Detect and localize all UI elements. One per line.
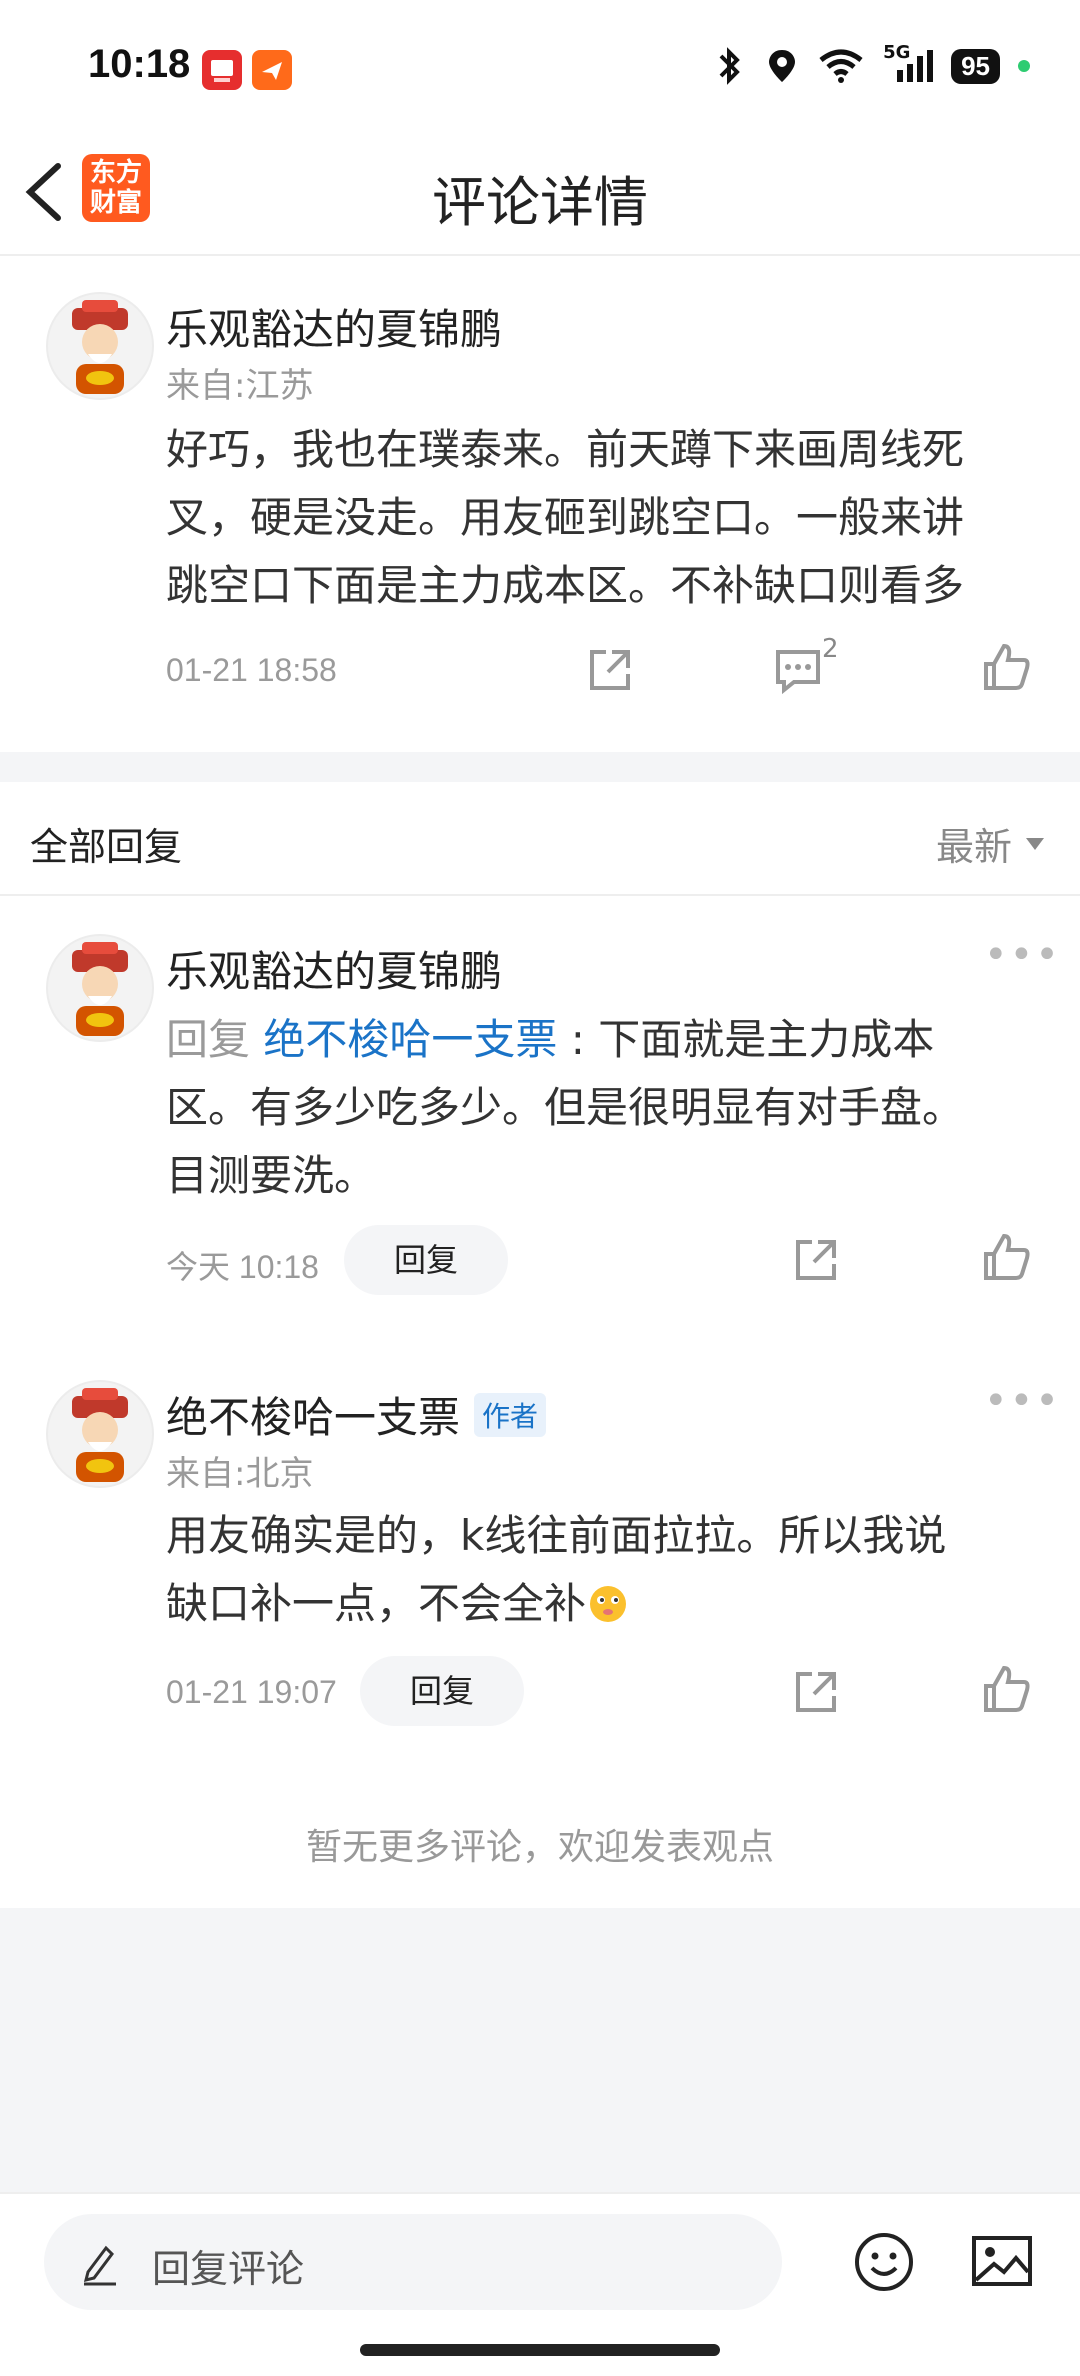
avatar-caishen-icon [72, 300, 128, 394]
sort-dropdown[interactable]: 最新 [936, 816, 1046, 871]
status-time: 10:18 [88, 42, 191, 86]
reply-body: 用友确实是的，k线往前面拉拉。所以我说 缺口补一点，不会全补 [166, 1511, 947, 1628]
reply-target-link[interactable]: 绝不梭哈一支票 [263, 1015, 557, 1064]
emoji-button[interactable] [852, 2230, 916, 2294]
comment-count: 2 [822, 634, 839, 664]
reply-timestamp: 今天 10:18 [166, 1249, 319, 1285]
thumbs-up-icon [984, 643, 1030, 690]
share-icon [590, 650, 630, 690]
top-nav-bar: 东方 财富 评论详情 [0, 130, 1080, 256]
caret-down-icon [1026, 837, 1045, 850]
image-icon [972, 2236, 1032, 2286]
status-icons: 5G 95 [711, 42, 1030, 86]
cellular-signal-icon: 5G [883, 42, 934, 86]
thinking-emoji-icon [590, 1586, 627, 1622]
share-button[interactable] [582, 642, 638, 698]
battery-indicator: 95 [951, 48, 1000, 84]
section-gap [0, 752, 1080, 782]
notification-app-icon [202, 50, 242, 90]
reply-author-row: 绝不梭哈一支票 作者 [166, 1384, 547, 1445]
bluetooth-icon [719, 47, 740, 85]
home-indicator [360, 2344, 720, 2356]
reply-body: 回复 绝不梭哈一支票 : 下面就是主力成本 区。有多少吃多少。但是很明显有对手盘… [166, 1015, 965, 1200]
avatar[interactable] [46, 1380, 154, 1488]
share-button[interactable] [788, 1664, 844, 1720]
image-button[interactable] [970, 2232, 1034, 2292]
share-icon [796, 1672, 836, 1712]
bottom-reply-bar: 回复评论 [0, 2192, 1080, 2376]
reply-author[interactable]: 乐观豁达的夏锦鹏 [166, 938, 502, 999]
thumbs-up-icon [984, 1665, 1030, 1712]
divider [0, 894, 1080, 896]
avatar[interactable] [46, 292, 154, 400]
thumbs-up-icon [984, 1233, 1030, 1280]
more-options-button[interactable]: ••• [984, 932, 1061, 978]
avatar-caishen-icon [72, 942, 128, 1036]
share-button[interactable] [788, 1232, 844, 1288]
reply-input[interactable]: 回复评论 [44, 2214, 782, 2310]
comment-location: 来自:江苏 [166, 366, 314, 406]
notification-app-icon-2 [252, 50, 292, 90]
share-icon [796, 1240, 836, 1280]
emoji-icon [855, 2233, 913, 2291]
reply-author[interactable]: 绝不梭哈一支票 [166, 1384, 460, 1445]
reply-button[interactable]: 回复 [344, 1225, 508, 1295]
reply-input-placeholder: 回复评论 [152, 2247, 305, 2291]
like-button[interactable] [978, 640, 1034, 696]
reply-button[interactable]: 回复 [360, 1656, 524, 1726]
comment-author[interactable]: 乐观豁达的夏锦鹏 [166, 296, 502, 357]
no-more-comments-note: 暂无更多评论，欢迎发表观点 [305, 1827, 774, 1868]
like-button[interactable] [978, 1230, 1034, 1286]
reply-location: 来自:北京 [166, 1454, 314, 1494]
like-button[interactable] [978, 1662, 1034, 1718]
wifi-icon [819, 49, 863, 83]
page-title: 评论详情 [432, 171, 648, 234]
comment-icon [776, 650, 820, 695]
empty-area [0, 1908, 1080, 2192]
location-icon [769, 50, 796, 82]
more-options-button[interactable]: ••• [984, 1378, 1061, 1424]
author-badge: 作者 [474, 1392, 547, 1437]
comment-body: 好巧，我也在璞泰来。前天蹲下来画周线死 叉，硬是没走。用友砸到跳空口。一般来讲 … [166, 425, 965, 610]
avatar-caishen-icon [72, 1388, 128, 1482]
pencil-icon [83, 2245, 116, 2286]
reply-timestamp: 01-21 19:07 [166, 1674, 337, 1710]
section-title-all-replies: 全部回复 [30, 825, 183, 869]
avatar[interactable] [46, 934, 154, 1042]
comment-button[interactable] [770, 642, 826, 698]
comment-timestamp: 01-21 18:58 [166, 652, 337, 688]
privacy-dot [1018, 60, 1030, 72]
